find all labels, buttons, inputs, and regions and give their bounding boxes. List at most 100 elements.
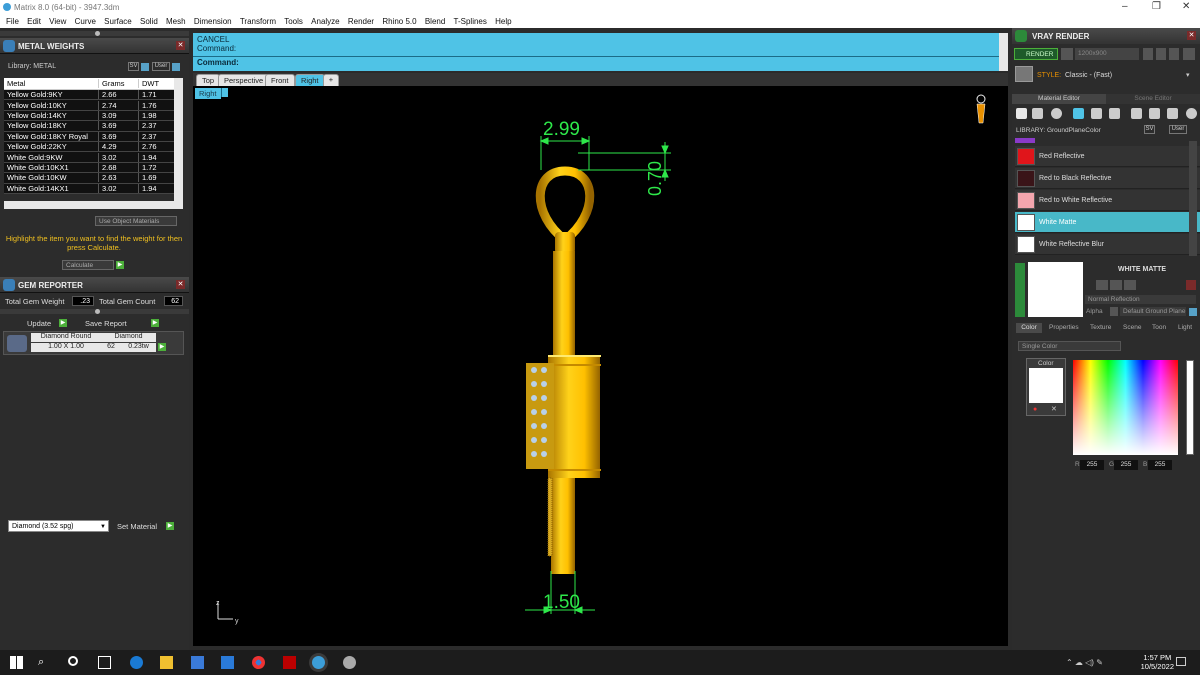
material-icon[interactable] [1073, 108, 1084, 119]
system-tray-icons[interactable]: ⌃ ☁ ◁) ✎ [1066, 658, 1103, 667]
table-row[interactable]: White Gold:10KX1 2.68 1.72 [4, 162, 174, 174]
menu-mesh[interactable]: Mesh [166, 17, 186, 26]
task-view-icon[interactable] [98, 656, 111, 669]
gem-list-item[interactable]: Diamond Round Diamond 1.00 X 1.00 62 0.2… [3, 331, 184, 355]
table-row[interactable]: Yellow Gold:9KY 2.66 1.71 [4, 90, 174, 101]
table-row[interactable]: White Gold:10KW 2.63 1.69 [4, 173, 174, 184]
tab-scene[interactable]: Scene [1123, 324, 1141, 332]
material-item[interactable]: White Reflective Blur [1015, 234, 1200, 255]
menu-blend[interactable]: Blend [425, 17, 445, 26]
command-input[interactable] [243, 57, 983, 69]
alpha-toggle[interactable] [1110, 307, 1118, 316]
table-row[interactable]: Yellow Gold:18KY 3.69 2.37 [4, 121, 174, 132]
menu-edit[interactable]: Edit [27, 17, 41, 26]
tab-toon[interactable]: Toon [1152, 324, 1166, 332]
tab-right[interactable]: Right [295, 74, 325, 86]
green-value[interactable]: 255 [1114, 460, 1138, 470]
menu-file[interactable]: File [6, 17, 19, 26]
calculate-button[interactable]: Calculate [62, 260, 114, 270]
tab-material-editor[interactable]: Material Editor [1012, 94, 1106, 104]
menu-render[interactable]: Render [348, 17, 374, 26]
user-button[interactable]: User [1169, 125, 1187, 134]
bulb-icon[interactable] [1186, 108, 1197, 119]
table-row[interactable]: Yellow Gold:22KY 4.29 2.76 [4, 141, 174, 153]
user-info-icon[interactable] [172, 63, 180, 71]
style-value[interactable]: Classic - (Fast) [1065, 72, 1112, 79]
material-item[interactable]: Red Reflective [1015, 146, 1200, 167]
use-object-materials-button[interactable]: Use Object Materials [95, 216, 177, 226]
gem-select-icon[interactable]: ▶ [158, 343, 166, 351]
clear-color-icon[interactable]: ✕ [1051, 405, 1057, 413]
render-option-icon[interactable] [1143, 48, 1153, 60]
material-list-scrollbar[interactable] [1189, 141, 1197, 256]
column-grams[interactable]: Grams [99, 79, 139, 88]
edge-icon[interactable] [130, 656, 143, 669]
cortana-icon[interactable] [68, 656, 78, 666]
tab-light[interactable]: Light [1178, 324, 1192, 332]
drop-icon[interactable] [1016, 108, 1027, 119]
chrome-icon[interactable] [252, 656, 265, 669]
clock[interactable]: 1:57 PM 10/5/2022 [1141, 653, 1174, 671]
resolution-field[interactable]: 1200x900 [1075, 48, 1139, 60]
color-mode-select[interactable]: Single Color [1018, 341, 1121, 351]
minimize-icon[interactable]: – [1122, 1, 1128, 12]
table-row[interactable]: Yellow Gold:14KY 3.09 1.98 [4, 110, 174, 122]
close-icon[interactable]: ✕ [1187, 31, 1196, 40]
store-icon[interactable] [191, 656, 204, 669]
render-button[interactable]: RENDER [1014, 48, 1058, 60]
eyedropper-icon[interactable]: ● [1033, 406, 1037, 413]
table-row[interactable]: White Gold:14KX1 3.02 1.94 [4, 183, 174, 194]
table-row[interactable]: Yellow Gold:10KY 2.74 1.76 [4, 100, 174, 111]
table-row[interactable]: Yellow Gold:18KY Royal 3.69 2.37 [4, 131, 174, 142]
tab-properties[interactable]: Properties [1049, 324, 1079, 332]
close-icon[interactable]: ✕ [1182, 1, 1190, 12]
rhino-icon[interactable] [343, 656, 356, 669]
menu-solid[interactable]: Solid [140, 17, 158, 26]
table-horizontal-scrollbar[interactable] [4, 201, 183, 209]
material-select[interactable]: Diamond (3.52 spg) ▼ [8, 520, 109, 532]
brightness-slider[interactable] [1186, 360, 1194, 455]
update-button[interactable]: ▶ [59, 319, 67, 327]
render-option-icon[interactable] [1156, 48, 1166, 60]
tab-scene-editor[interactable]: Scene Editor [1106, 94, 1200, 104]
menu-help[interactable]: Help [495, 17, 511, 26]
windows-start-icon[interactable] [10, 656, 23, 669]
matrix-app-icon[interactable] [312, 656, 325, 669]
menu-surface[interactable]: Surface [104, 17, 132, 26]
menu-tsplines[interactable]: T-Splines [454, 17, 487, 26]
gem-splitter[interactable] [0, 309, 189, 314]
material-item[interactable]: Red to Black Reflective [1015, 168, 1200, 189]
tab-texture[interactable]: Texture [1090, 324, 1111, 332]
menu-analyze[interactable]: Analyze [311, 17, 339, 26]
paint-icon[interactable] [1167, 108, 1178, 119]
gem-icon[interactable] [1032, 108, 1043, 119]
collapse-tab[interactable] [1015, 263, 1025, 317]
sphere-icon[interactable] [1051, 108, 1062, 119]
delete-material-icon[interactable] [1186, 280, 1196, 290]
save-report-button[interactable]: ▶ [151, 319, 159, 327]
color-swatch[interactable] [1029, 368, 1063, 403]
red-value[interactable]: 255 [1080, 460, 1104, 470]
column-metal[interactable]: Metal [4, 79, 99, 88]
maximize-icon[interactable]: ❐ [1152, 1, 1161, 12]
blue-value[interactable]: 255 [1148, 460, 1172, 470]
reflection-select[interactable]: Normal Reflection [1085, 295, 1196, 304]
file-explorer-icon[interactable] [160, 656, 173, 669]
set-material-button[interactable]: ▶ [166, 522, 174, 530]
close-icon[interactable]: ✕ [176, 280, 185, 289]
column-dwt[interactable]: DWT [139, 79, 174, 88]
tab-color[interactable]: Color [1016, 323, 1042, 333]
ground-plane-select[interactable]: Default Ground Plane [1120, 307, 1186, 316]
tab-top[interactable]: Top [196, 74, 221, 86]
pattern-icon[interactable] [1131, 108, 1142, 119]
calculate-arrow-icon[interactable]: ▶ [116, 261, 124, 269]
material-item-selected[interactable]: White Matte [1015, 212, 1200, 233]
menu-rhino[interactable]: Rhino 5.0 [382, 17, 416, 26]
menu-curve[interactable]: Curve [75, 17, 96, 26]
material-tool-icon[interactable] [1124, 280, 1136, 290]
sv-button[interactable]: SV [1144, 125, 1155, 134]
search-icon[interactable]: ⌕ [38, 656, 51, 669]
menu-view[interactable]: View [49, 17, 66, 26]
command-scrollbar[interactable] [999, 33, 1008, 71]
table-vertical-scrollbar[interactable] [174, 78, 183, 201]
